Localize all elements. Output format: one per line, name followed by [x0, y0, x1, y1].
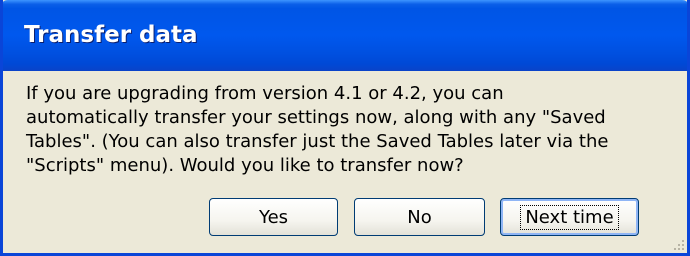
- no-button-label: No: [407, 206, 432, 228]
- next-time-button[interactable]: Next time: [500, 198, 639, 236]
- yes-button-label: Yes: [258, 206, 289, 228]
- no-button[interactable]: No: [354, 198, 485, 236]
- next-time-button-label: Next time: [520, 204, 619, 230]
- transfer-data-dialog: Transfer data If you are upgrading from …: [0, 0, 690, 256]
- title-bar[interactable]: Transfer data: [3, 0, 687, 71]
- yes-button[interactable]: Yes: [209, 198, 338, 236]
- dialog-title: Transfer data: [24, 22, 198, 48]
- resize-grip-icon[interactable]: [671, 237, 685, 251]
- dialog-message: If you are upgrading from version 4.1 or…: [26, 83, 609, 176]
